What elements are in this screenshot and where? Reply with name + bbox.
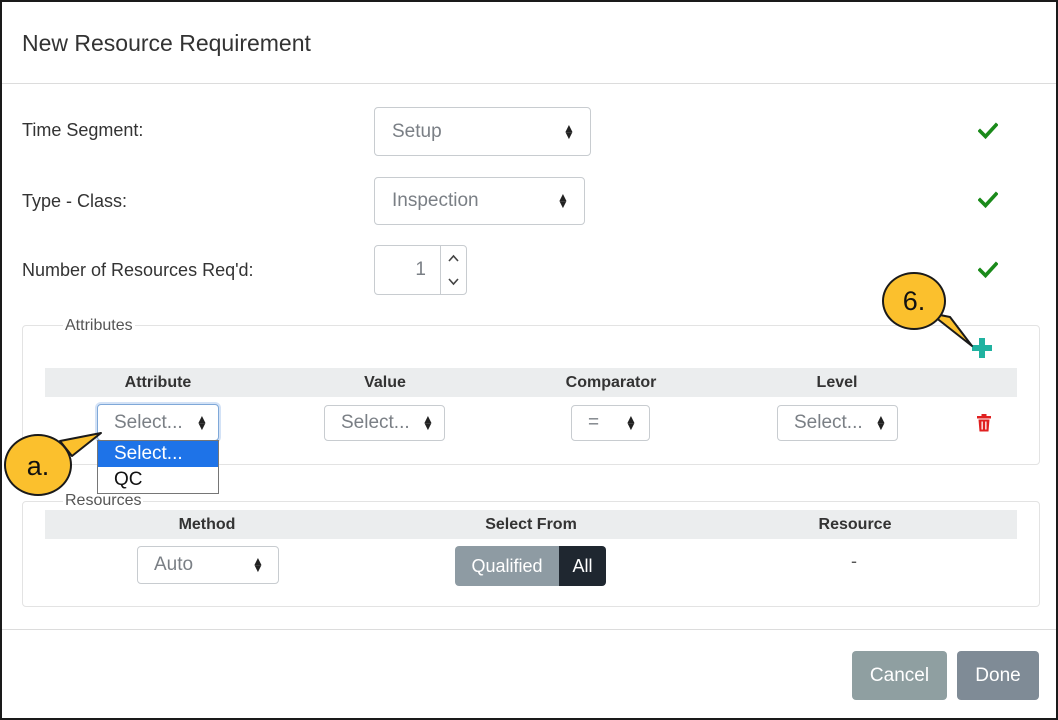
footer-divider [2, 629, 1056, 630]
select-from-all-button[interactable]: All [559, 546, 606, 586]
column-header-method: Method [178, 515, 236, 533]
column-header-select-from: Select From [485, 515, 577, 533]
comparator-select-value: = [588, 412, 600, 433]
resource-value: - [851, 551, 857, 571]
value-select-value: Select... [341, 412, 410, 433]
value-select[interactable]: Select... ▲ ▼ [324, 405, 445, 441]
done-button[interactable]: Done [957, 651, 1039, 700]
check-icon [978, 191, 998, 209]
stepper-arrows [440, 246, 466, 294]
attributes-legend: Attributes [63, 317, 135, 335]
type-class-value: Inspection [392, 190, 479, 211]
column-header-value: Value [364, 373, 406, 391]
attribute-select[interactable]: Select... ▲ ▼ [97, 404, 219, 441]
num-resources-stepper[interactable]: 1 [374, 245, 467, 295]
attributes-table-header: Attribute Value Comparator Level [45, 368, 1017, 397]
chevron-up-icon[interactable] [441, 246, 466, 270]
updown-caret-icon: ▲ ▼ [422, 412, 434, 433]
time-segment-value: Setup [392, 120, 442, 142]
level-select[interactable]: Select... ▲ ▼ [777, 405, 898, 441]
select-from-qualified-button[interactable]: Qualified [455, 546, 559, 586]
time-segment-label: Time Segment: [22, 120, 144, 140]
type-class-label: Type - Class: [22, 191, 128, 211]
plus-icon[interactable] [971, 337, 993, 359]
updown-caret-icon: ▲ ▼ [252, 554, 264, 575]
dropdown-option-qc[interactable]: QC [98, 467, 218, 493]
trash-icon[interactable] [976, 414, 992, 432]
attribute-select-value: Select... [114, 411, 183, 433]
check-icon [978, 261, 998, 279]
resources-table-header: Method Select From Resource [45, 510, 1017, 539]
updown-caret-icon: ▲ ▼ [625, 412, 637, 433]
cancel-button[interactable]: Cancel [852, 651, 947, 700]
column-header-attribute: Attribute [124, 373, 192, 391]
updown-caret-icon: ▲ ▼ [875, 412, 887, 433]
num-resources-label: Number of Resources Req'd: [22, 260, 254, 280]
column-header-comparator: Comparator [565, 373, 657, 391]
updown-caret-icon: ▲ ▼ [563, 120, 575, 142]
updown-caret-icon: ▲ ▼ [557, 190, 569, 211]
resources-legend: Resources [63, 492, 144, 510]
time-segment-select[interactable]: Setup ▲ ▼ [374, 107, 591, 156]
num-resources-value: 1 [415, 259, 426, 280]
dropdown-option-select[interactable]: Select... [98, 441, 218, 467]
callout-six: 6. [882, 272, 946, 330]
dialog-title: New Resource Requirement [22, 30, 311, 56]
comparator-select[interactable]: = ▲ ▼ [571, 405, 650, 441]
type-class-select[interactable]: Inspection ▲ ▼ [374, 177, 585, 225]
column-header-resource: Resource [818, 515, 892, 533]
method-select[interactable]: Auto ▲ ▼ [137, 546, 279, 584]
callout-a: a. [4, 434, 72, 496]
dialog: New Resource Requirement Time Segment: S… [0, 0, 1058, 720]
level-select-value: Select... [794, 412, 863, 433]
method-select-value: Auto [154, 554, 194, 575]
column-header-level: Level [816, 373, 858, 391]
attribute-dropdown-list: Select... QC [97, 440, 219, 494]
dialog-header: New Resource Requirement [2, 2, 1056, 84]
check-icon [978, 122, 998, 140]
chevron-down-icon[interactable] [441, 270, 466, 294]
updown-caret-icon: ▲ ▼ [196, 411, 208, 433]
